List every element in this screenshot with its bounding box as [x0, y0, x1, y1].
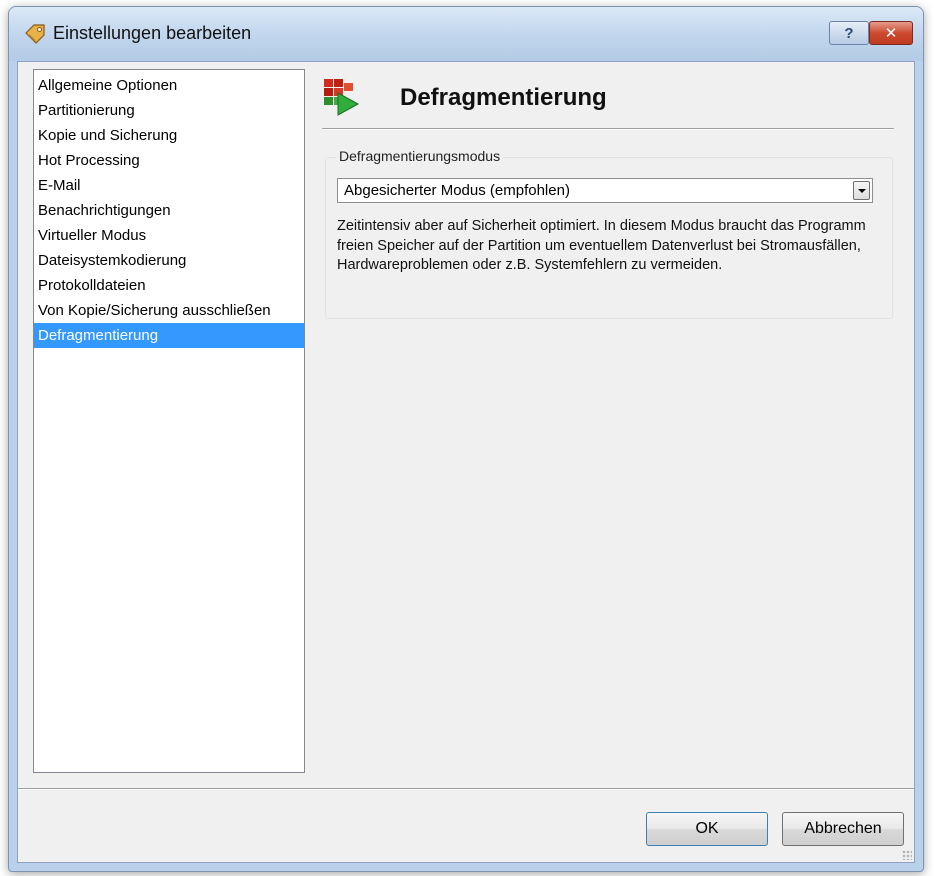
group-legend: Defragmentierungsmodus [336, 148, 504, 164]
sidebar-item[interactable]: Protokolldateien [34, 273, 304, 298]
close-button[interactable]: ✕ [869, 21, 913, 45]
sidebar-item[interactable]: E-Mail [34, 173, 304, 198]
sidebar-item[interactable]: Benachrichtigungen [34, 198, 304, 223]
sidebar-item[interactable]: Allgemeine Optionen [34, 73, 304, 98]
close-icon: ✕ [884, 25, 898, 42]
title-bar[interactable]: Einstellungen bearbeiten ? ✕ [9, 7, 923, 61]
sidebar-item[interactable]: Kopie und Sicherung [34, 123, 304, 148]
defrag-mode-group: Defragmentierungsmodus Abgesicherter Mod… [325, 148, 893, 319]
cancel-button[interactable]: Abbrechen [782, 812, 904, 846]
window-title: Einstellungen bearbeiten [53, 23, 252, 43]
header-divider [322, 128, 894, 130]
help-icon: ? [844, 24, 854, 42]
sidebar-item[interactable]: Dateisystemkodierung [34, 248, 304, 273]
dropdown-button[interactable] [853, 181, 870, 200]
page-title: Defragmentierung [400, 84, 607, 111]
ok-button[interactable]: OK [646, 812, 768, 846]
sidebar-item[interactable]: Virtueller Modus [34, 223, 304, 248]
sidebar-item[interactable]: Von Kopie/Sicherung ausschließen [34, 298, 304, 323]
sidebar-item[interactable]: Defragmentierung [34, 323, 304, 348]
dialog-body: Allgemeine Optionen Partitionierung Kopie … [17, 61, 915, 863]
chevron-down-icon [857, 188, 866, 193]
defrag-mode-value: Abgesicherter Modus (empfohlen) [344, 182, 570, 199]
settings-category-list[interactable]: Allgemeine Optionen Partitionierung Kopie … [33, 69, 305, 773]
sidebar-item[interactable]: Hot Processing [34, 148, 304, 173]
footer-divider [18, 788, 914, 790]
defrag-blocks-icon [324, 79, 360, 116]
settings-tag-icon [25, 24, 45, 44]
resize-grip-icon[interactable] [902, 850, 912, 860]
help-button[interactable]: ? [829, 21, 869, 45]
sidebar-item[interactable]: Partitionierung [34, 98, 304, 123]
mode-description: Zeitintensiv aber auf Sicherheit optimie… [337, 218, 866, 273]
settings-dialog: Einstellungen bearbeiten ? ✕ Allgemeine … [8, 6, 924, 872]
defrag-mode-select[interactable]: Abgesicherter Modus (empfohlen) [337, 178, 873, 203]
